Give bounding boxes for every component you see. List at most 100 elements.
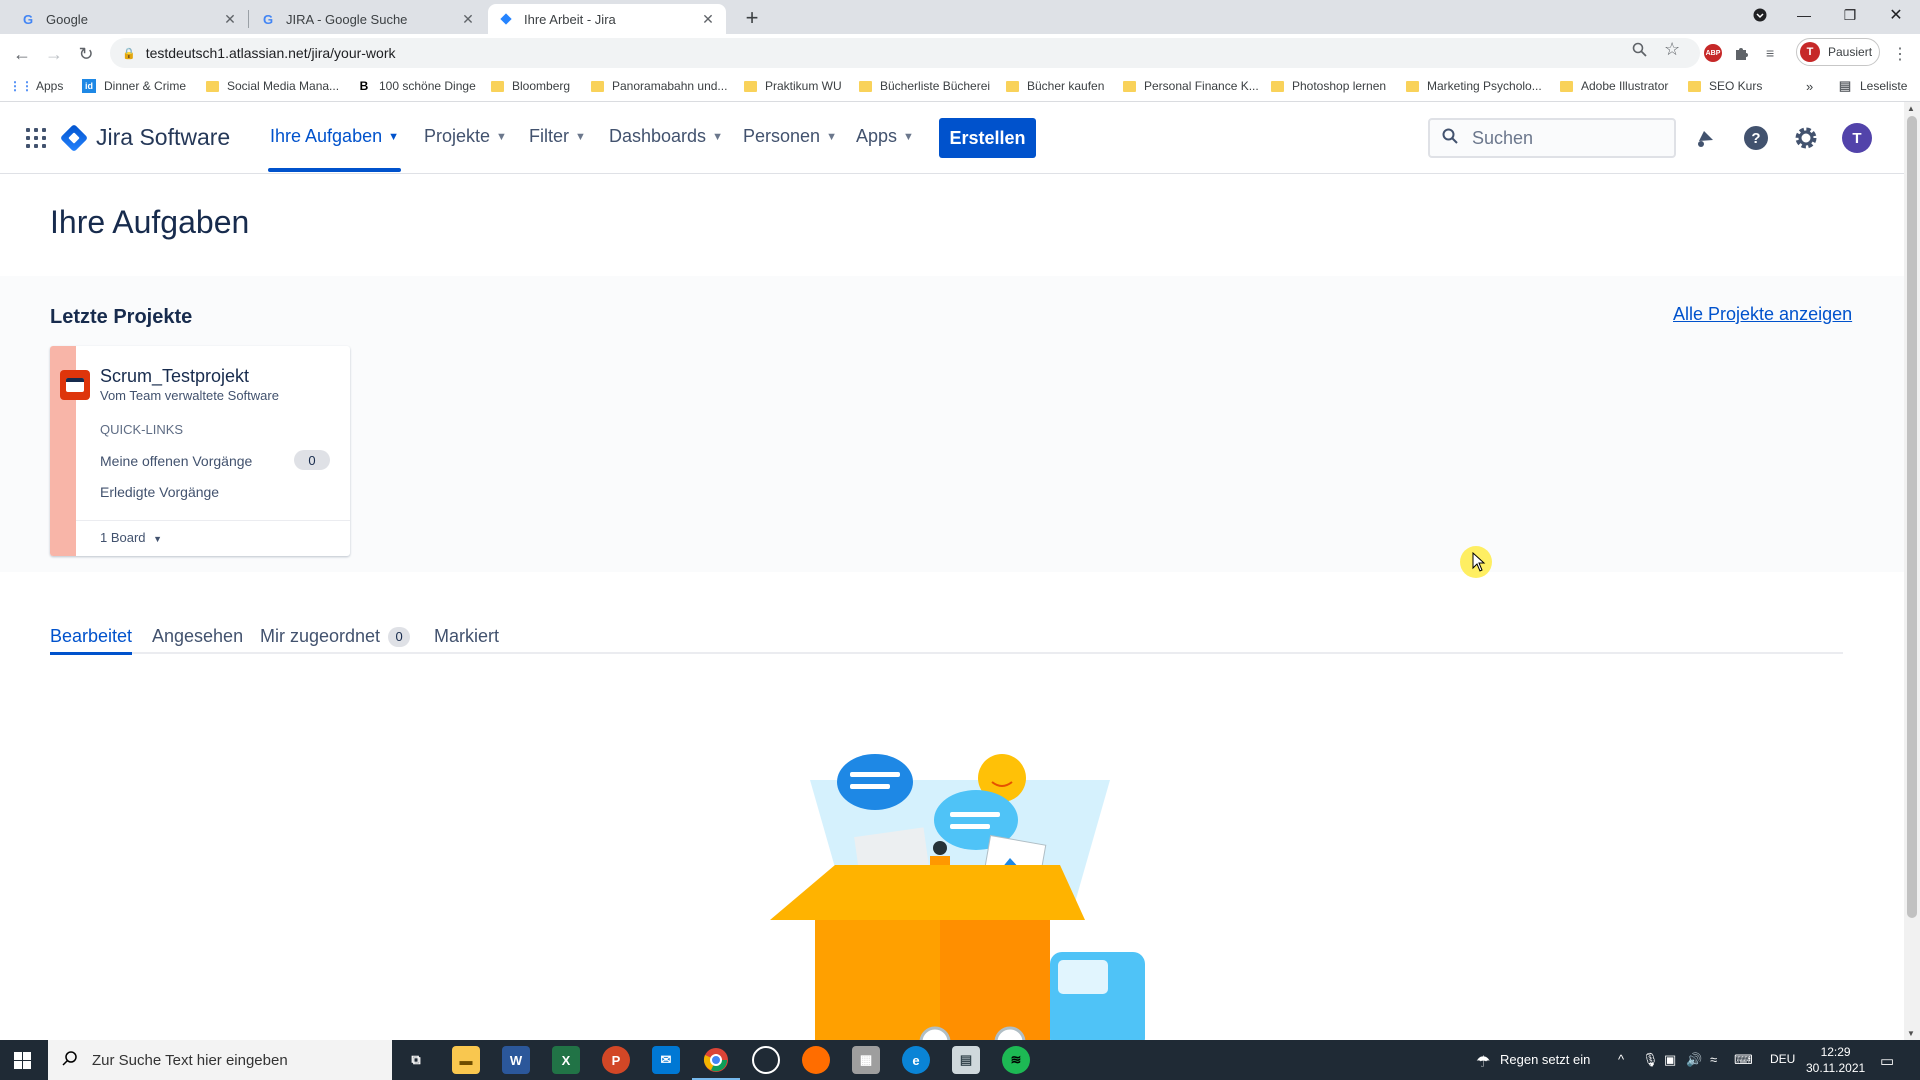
- chrome-icon[interactable]: [692, 1046, 740, 1080]
- new-tab-button[interactable]: +: [738, 4, 766, 32]
- address-bar[interactable]: 🔒 testdeutsch1.atlassian.net/jira/your-w…: [110, 38, 1700, 68]
- zoom-icon[interactable]: [1632, 42, 1647, 62]
- tab-worked-on[interactable]: Bearbeitet: [50, 626, 132, 647]
- my-open-issues-link[interactable]: Meine offenen Vorgänge: [100, 453, 252, 469]
- project-name[interactable]: Scrum_Testprojekt: [100, 366, 249, 387]
- search-input[interactable]: [1470, 126, 1660, 150]
- browser-menu-icon[interactable]: ⋮: [1886, 40, 1914, 68]
- settings-gear-icon[interactable]: [1790, 122, 1822, 154]
- nav-people[interactable]: Personen ▼: [743, 126, 837, 147]
- tab-search-icon[interactable]: [1740, 0, 1780, 30]
- bookmark-item[interactable]: Marketing Psycholo...: [1406, 79, 1542, 93]
- bookmark-item[interactable]: B 100 schöne Dinge: [357, 79, 476, 93]
- browser-tab-jira[interactable]: Ihre Arbeit - Jira ✕: [488, 4, 726, 34]
- board-dropdown[interactable]: 1 Board ▼: [100, 530, 162, 545]
- extensions-puzzle-icon[interactable]: [1734, 41, 1750, 65]
- close-icon[interactable]: ✕: [700, 11, 716, 28]
- taskbar-search-input[interactable]: [90, 1050, 390, 1070]
- wifi-icon[interactable]: ≈: [1710, 1052, 1717, 1067]
- scroll-up-arrow-icon[interactable]: ▲: [1907, 104, 1915, 113]
- bookmark-item[interactable]: Photoshop lernen: [1271, 79, 1386, 93]
- app-switcher-icon[interactable]: [26, 128, 46, 148]
- forward-arrow-icon[interactable]: →: [40, 40, 68, 68]
- bookmark-item[interactable]: Bücherliste Bücherei: [859, 79, 990, 93]
- done-issues-link[interactable]: Erledigte Vorgänge: [100, 484, 219, 500]
- tab-starred[interactable]: Markiert: [434, 626, 499, 647]
- bookmark-item[interactable]: Adobe Illustrator: [1560, 79, 1668, 93]
- task-view-icon[interactable]: ⧉: [402, 1046, 430, 1074]
- app-icon[interactable]: ▦: [852, 1046, 880, 1074]
- apps-grid-icon: ⋮⋮: [9, 79, 33, 93]
- bookmark-item[interactable]: Panoramabahn und...: [591, 79, 727, 93]
- tray-overflow-icon[interactable]: ^: [1618, 1052, 1624, 1067]
- tab-viewed[interactable]: Angesehen: [152, 626, 243, 647]
- bookmark-item[interactable]: Bloomberg: [491, 79, 570, 93]
- nav-projects[interactable]: Projekte ▼: [424, 126, 507, 147]
- bookmark-item[interactable]: Bücher kaufen: [1006, 79, 1104, 93]
- nav-filters[interactable]: Filter ▼: [529, 126, 586, 147]
- product-name: Jira Software: [96, 124, 231, 150]
- bookmark-item[interactable]: Social Media Mana...: [206, 79, 339, 93]
- restore-window-icon[interactable]: ❐: [1830, 0, 1870, 30]
- close-icon[interactable]: ✕: [460, 11, 476, 28]
- browser-tab-jira-search[interactable]: G JIRA - Google Suche ✕: [250, 4, 486, 34]
- search-box[interactable]: [1428, 118, 1676, 158]
- browser-tab-google[interactable]: G Google ✕: [10, 4, 248, 34]
- firefox-icon[interactable]: [802, 1046, 830, 1074]
- windows-start-icon[interactable]: [14, 1052, 31, 1069]
- file-explorer-icon[interactable]: ▬: [452, 1046, 480, 1074]
- view-all-projects-link[interactable]: Alle Projekte anzeigen: [1673, 304, 1852, 325]
- media-queue-icon[interactable]: ≡: [1766, 41, 1774, 65]
- tab-assigned-to-me[interactable]: Mir zugeordnet 0: [260, 626, 411, 647]
- jira-logo[interactable]: Jira Software: [59, 123, 231, 152]
- close-icon[interactable]: ✕: [222, 11, 238, 28]
- mail-icon[interactable]: ✉: [652, 1046, 680, 1074]
- camera-icon[interactable]: ▣: [1664, 1052, 1676, 1068]
- edge-icon[interactable]: e: [902, 1046, 930, 1074]
- scroll-down-arrow-icon[interactable]: ▼: [1907, 1029, 1915, 1038]
- create-button[interactable]: Erstellen: [939, 118, 1036, 158]
- minimize-window-icon[interactable]: —: [1784, 0, 1824, 30]
- taskbar-search[interactable]: [48, 1040, 392, 1080]
- chevron-down-icon: ▼: [826, 130, 837, 143]
- bookmark-item[interactable]: id Dinner & Crime: [82, 79, 186, 93]
- bookmark-apps[interactable]: ⋮⋮ Apps: [9, 79, 63, 93]
- adblock-extension-icon[interactable]: ABP: [1704, 41, 1722, 65]
- spotify-icon[interactable]: ≋: [1002, 1046, 1030, 1074]
- excel-icon[interactable]: X: [552, 1046, 580, 1074]
- system-clock[interactable]: 12:29 30.11.2021: [1806, 1044, 1865, 1076]
- nav-your-work[interactable]: Ihre Aufgaben ▼: [270, 126, 399, 147]
- nav-apps[interactable]: Apps ▼: [856, 126, 914, 147]
- profile-button[interactable]: T Pausiert: [1796, 38, 1880, 66]
- reload-icon[interactable]: ↻: [72, 40, 100, 68]
- back-arrow-icon[interactable]: ←: [8, 40, 36, 68]
- project-card[interactable]: Scrum_Testprojekt Vom Team verwaltete So…: [50, 346, 350, 556]
- keyboard-icon[interactable]: ⌨: [1734, 1052, 1753, 1068]
- weather-icon[interactable]: ☂: [1476, 1052, 1490, 1072]
- scrollbar-thumb[interactable]: [1907, 116, 1917, 918]
- reading-list-button[interactable]: ▤ Leseliste: [1838, 78, 1908, 93]
- notepad-icon[interactable]: ▤: [952, 1046, 980, 1074]
- weather-status[interactable]: Regen setzt ein: [1500, 1052, 1590, 1067]
- input-language[interactable]: DEU: [1770, 1052, 1795, 1066]
- bookmark-item[interactable]: Praktikum WU: [744, 79, 842, 93]
- user-avatar[interactable]: T: [1842, 123, 1872, 153]
- obs-icon[interactable]: [752, 1046, 780, 1074]
- more-bookmarks-icon[interactable]: »: [1806, 79, 1813, 94]
- lock-icon: 🔒: [122, 47, 136, 60]
- volume-icon[interactable]: 🔊: [1686, 1052, 1702, 1068]
- notification-center-icon[interactable]: ▭: [1880, 1052, 1894, 1070]
- microphone-icon[interactable]: 🎙: [1642, 1052, 1659, 1068]
- notifications-bell-icon[interactable]: [1690, 122, 1722, 154]
- browser-tab-title: Ihre Arbeit - Jira: [524, 11, 616, 27]
- word-icon[interactable]: W: [502, 1046, 530, 1074]
- nav-dashboards[interactable]: Dashboards ▼: [609, 126, 723, 147]
- page-scrollbar[interactable]: ▲ ▼: [1904, 102, 1920, 1040]
- powerpoint-icon[interactable]: P: [602, 1046, 630, 1074]
- bookmark-star-icon[interactable]: ☆: [1664, 39, 1680, 60]
- help-icon[interactable]: ?: [1740, 122, 1772, 154]
- bookmark-item[interactable]: SEO Kurs: [1688, 79, 1762, 93]
- browser-toolbar: ← → ↻ 🔒 testdeutsch1.atlassian.net/jira/…: [0, 34, 1920, 72]
- close-window-icon[interactable]: ✕: [1876, 0, 1916, 30]
- bookmark-item[interactable]: Personal Finance K...: [1123, 79, 1259, 93]
